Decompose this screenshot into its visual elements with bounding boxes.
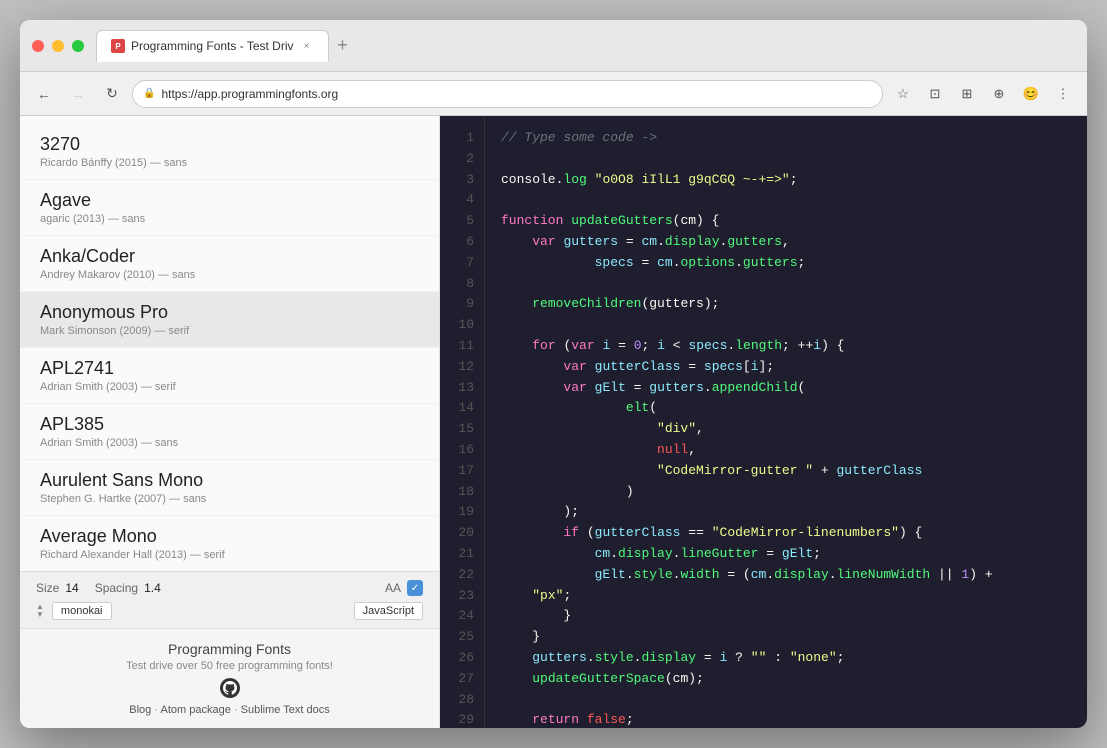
- font-name: Agave: [40, 190, 419, 211]
- font-meta: Stephen G. Hartke (2007) — sans: [40, 493, 419, 505]
- traffic-lights: [32, 40, 84, 52]
- size-value: 14: [65, 581, 78, 595]
- font-item-anonymous-pro[interactable]: Anonymous Pro Mark Simonson (2009) — ser…: [20, 292, 439, 348]
- font-item-aurulent[interactable]: Aurulent Sans Mono Stephen G. Hartke (20…: [20, 460, 439, 516]
- bookmark-button[interactable]: ☆: [889, 80, 917, 108]
- blog-link[interactable]: Blog: [129, 704, 151, 716]
- footer-title: Programming Fonts: [32, 641, 427, 657]
- lock-icon: 🔒: [143, 88, 155, 99]
- menu-button[interactable]: ⋮: [1049, 80, 1077, 108]
- ext3-button[interactable]: ⊕: [985, 80, 1013, 108]
- maximize-window-button[interactable]: [72, 40, 84, 52]
- avatar-button[interactable]: 😊: [1017, 80, 1045, 108]
- nav-bar: ← → ↻ 🔒 https://app.programmingfonts.org…: [20, 72, 1087, 116]
- font-meta: Adrian Smith (2003) — serif: [40, 381, 419, 393]
- font-meta: agaric (2013) — sans: [40, 213, 419, 225]
- font-item-apl385[interactable]: APL385 Adrian Smith (2003) — sans: [20, 404, 439, 460]
- font-item-3270[interactable]: 3270 Ricardo Bánffy (2015) — sans: [20, 124, 439, 180]
- tab-favicon: P: [111, 39, 125, 53]
- font-meta: Richard Alexander Hall (2013) — serif: [40, 549, 419, 561]
- code-editor: 12345 678910 1112131415 1617181920 21222…: [440, 116, 1087, 728]
- size-control: Size 14: [36, 581, 79, 595]
- tab-label: Programming Fonts - Test Driv: [131, 39, 294, 53]
- footer-links: Blog · Atom package · Sublime Text docs: [32, 704, 427, 716]
- ext1-button[interactable]: ⊡: [921, 80, 949, 108]
- theme-selector[interactable]: monokai: [52, 602, 112, 620]
- font-meta: Ricardo Bánffy (2015) — sans: [40, 157, 419, 169]
- font-name: Anonymous Pro: [40, 302, 419, 323]
- new-tab-button[interactable]: +: [329, 32, 357, 60]
- line-numbers: 12345 678910 1112131415 1617181920 21222…: [440, 116, 485, 728]
- controls-bar: Size 14 Spacing 1.4 AA ✓ ▲▼ monokai J: [20, 571, 439, 628]
- font-name: APL2741: [40, 358, 419, 379]
- aa-control: AA ✓: [385, 580, 423, 596]
- font-name: Average Mono: [40, 526, 419, 547]
- back-button[interactable]: ←: [30, 80, 58, 108]
- controls-row1: Size 14 Spacing 1.4 AA ✓: [36, 580, 423, 596]
- font-meta: Mark Simonson (2009) — serif: [40, 325, 419, 337]
- font-name: Anka/Coder: [40, 246, 419, 267]
- font-name: Aurulent Sans Mono: [40, 470, 419, 491]
- spacing-label: Spacing: [95, 581, 138, 595]
- ext2-button[interactable]: ⊞: [953, 80, 981, 108]
- footer-subtitle: Test drive over 50 free programming font…: [32, 660, 427, 672]
- font-meta: Andrey Makarov (2010) — sans: [40, 269, 419, 281]
- font-name: 3270: [40, 134, 419, 155]
- spacing-control: Spacing 1.4: [95, 581, 161, 595]
- controls-row2: ▲▼ monokai JavaScript: [36, 602, 423, 620]
- address-bar[interactable]: 🔒 https://app.programmingfonts.org: [132, 80, 883, 108]
- font-item-agave[interactable]: Agave agaric (2013) — sans: [20, 180, 439, 236]
- active-tab[interactable]: P Programming Fonts - Test Driv ×: [96, 30, 329, 62]
- nav-actions: ☆ ⊡ ⊞ ⊕ 😊 ⋮: [889, 80, 1077, 108]
- aa-label: AA: [385, 581, 401, 595]
- font-list: 3270 Ricardo Bánffy (2015) — sans Agave …: [20, 116, 439, 571]
- font-item-apl2741[interactable]: APL2741 Adrian Smith (2003) — serif: [20, 348, 439, 404]
- separator2: ·: [234, 704, 241, 716]
- aa-checkbox[interactable]: ✓: [407, 580, 423, 596]
- url-text: https://app.programmingfonts.org: [161, 87, 338, 101]
- sidebar: 3270 Ricardo Bánffy (2015) — sans Agave …: [20, 116, 440, 728]
- sublime-link[interactable]: Sublime Text docs: [241, 704, 330, 716]
- sidebar-footer: Programming Fonts Test drive over 50 fre…: [20, 628, 439, 728]
- spacing-value: 1.4: [144, 581, 161, 595]
- title-bar: P Programming Fonts - Test Driv × +: [20, 20, 1087, 72]
- language-selector[interactable]: JavaScript: [354, 602, 423, 620]
- atom-link[interactable]: Atom package: [161, 704, 231, 716]
- forward-button[interactable]: →: [64, 80, 92, 108]
- size-label: Size: [36, 581, 59, 595]
- close-window-button[interactable]: [32, 40, 44, 52]
- font-meta: Adrian Smith (2003) — sans: [40, 437, 419, 449]
- tab-bar: P Programming Fonts - Test Driv × +: [96, 30, 1075, 62]
- code-content[interactable]: // Type some code -> console.log "o0O8 i…: [485, 116, 1087, 728]
- font-item-anka-coder[interactable]: Anka/Coder Andrey Makarov (2010) — sans: [20, 236, 439, 292]
- reload-button[interactable]: ↻: [98, 80, 126, 108]
- browser-window: P Programming Fonts - Test Driv × + ← → …: [20, 20, 1087, 728]
- tab-close-button[interactable]: ×: [300, 39, 314, 53]
- font-item-average[interactable]: Average Mono Richard Alexander Hall (201…: [20, 516, 439, 571]
- github-icon[interactable]: [220, 678, 240, 698]
- main-content: 3270 Ricardo Bánffy (2015) — sans Agave …: [20, 116, 1087, 728]
- minimize-window-button[interactable]: [52, 40, 64, 52]
- sort-arrows[interactable]: ▲▼: [36, 603, 44, 619]
- font-name: APL385: [40, 414, 419, 435]
